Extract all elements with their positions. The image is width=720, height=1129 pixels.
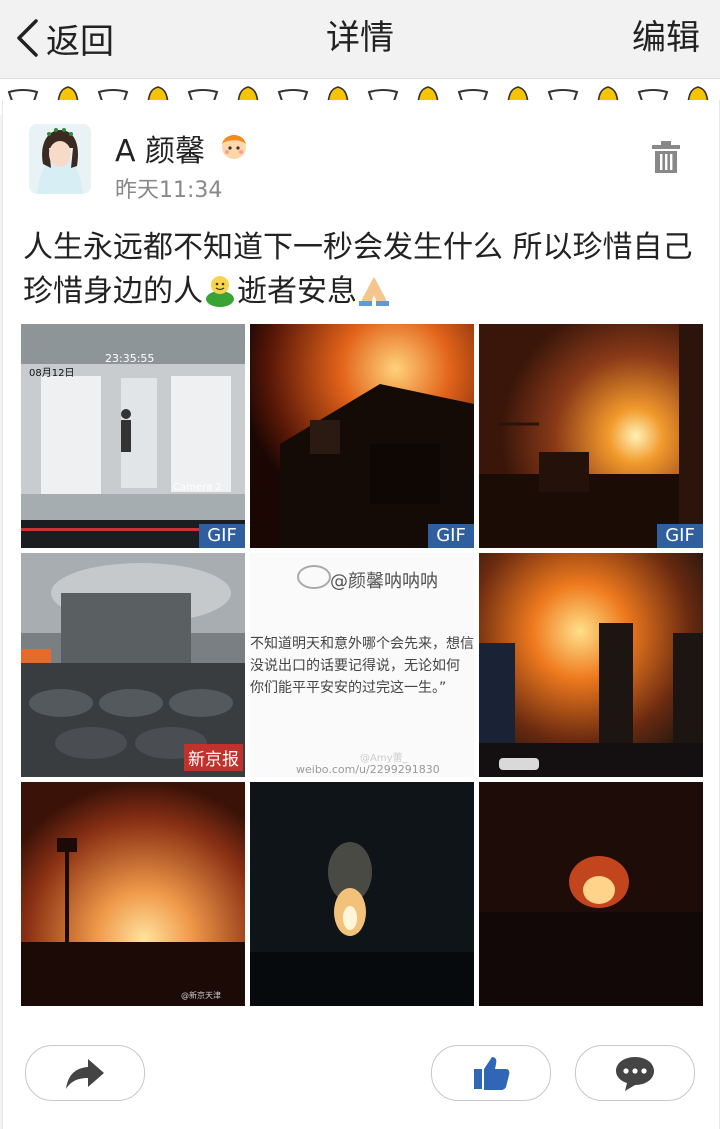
edit-button[interactable]: 编辑 xyxy=(632,12,700,64)
gif-badge: GIF xyxy=(428,524,474,548)
baby-emoji-icon xyxy=(222,135,246,159)
cctv-camera-label: Camera 2 xyxy=(173,482,222,493)
page-title: 详情 xyxy=(326,18,394,58)
trash-icon[interactable] xyxy=(651,140,681,174)
gif-badge: GIF xyxy=(199,524,245,548)
top-bar: 返回 详情 编辑 xyxy=(0,0,720,79)
image-city-fire[interactable] xyxy=(479,553,703,777)
quote-url: weibo.com/u/2299291830 xyxy=(296,763,440,776)
post-text: 人生永远都不知道下一秒会发生什么 所以珍惜自己 珍惜身边的人 逝者安息 xyxy=(23,226,703,314)
news-watermark: 新京报 xyxy=(184,744,243,771)
image-orange-sky[interactable]: @新京天津 xyxy=(21,782,245,1006)
cctv-date: 08月12日 xyxy=(29,367,74,379)
image-night-explosion[interactable] xyxy=(250,782,474,1006)
image-grid: 23:35:55 08月12日 Camera 2 GIF GIF GIF 新京报… xyxy=(21,324,705,1006)
quote-text: 不知道明天和意外哪个会先来，想信 没说出口的话要记得说，无论如何 你们能平平安安… xyxy=(250,633,474,699)
post-card: A 颜馨 昨天11:34 人生永远都不知道下一秒会发生什么 所以珍惜自己 珍惜身… xyxy=(2,100,720,1129)
post-text-end: 逝者安息 xyxy=(237,274,357,309)
smiling-person-emoji-icon xyxy=(206,276,234,307)
comment-button[interactable] xyxy=(575,1045,695,1101)
quote-line: 不知道明天和意外哪个会先来，想信 xyxy=(250,636,474,652)
quote-line: 你们能平平安安的过完这一生。” xyxy=(250,680,447,696)
weibo-watermark: @颜馨呐呐呐 xyxy=(330,571,438,592)
image-distant-fire[interactable]: GIF xyxy=(479,324,703,548)
user-name[interactable]: A 颜馨 xyxy=(115,126,205,170)
gif-badge: GIF xyxy=(657,524,703,548)
quote-handle: @Amy蕾_ xyxy=(360,753,408,764)
image-burnt-cars[interactable]: 新京报 xyxy=(21,553,245,777)
comment-bubble-icon xyxy=(616,1057,654,1091)
like-button[interactable] xyxy=(431,1045,551,1101)
avatar[interactable] xyxy=(29,124,91,194)
image-cctv[interactable]: 23:35:55 08月12日 Camera 2 GIF xyxy=(21,324,245,548)
svg-text:@新京天津: @新京天津 xyxy=(181,990,221,1000)
post-time: 昨天11:34 xyxy=(115,178,223,203)
cctv-timestamp: 23:35:55 xyxy=(105,352,154,365)
share-arrow-icon xyxy=(66,1059,104,1089)
praying-hands-emoji-icon xyxy=(359,277,389,306)
image-quote[interactable]: @颜馨呐呐呐 不知道明天和意外哪个会先来，想信 没说出口的话要记得说，无论如何 … xyxy=(250,553,474,777)
share-button[interactable] xyxy=(25,1045,145,1101)
image-fireball[interactable] xyxy=(479,782,703,1006)
quote-line: 没说出口的话要记得说，无论如何 xyxy=(250,658,460,674)
thumbs-up-icon xyxy=(474,1057,510,1090)
image-truck-fire[interactable]: GIF xyxy=(250,324,474,548)
